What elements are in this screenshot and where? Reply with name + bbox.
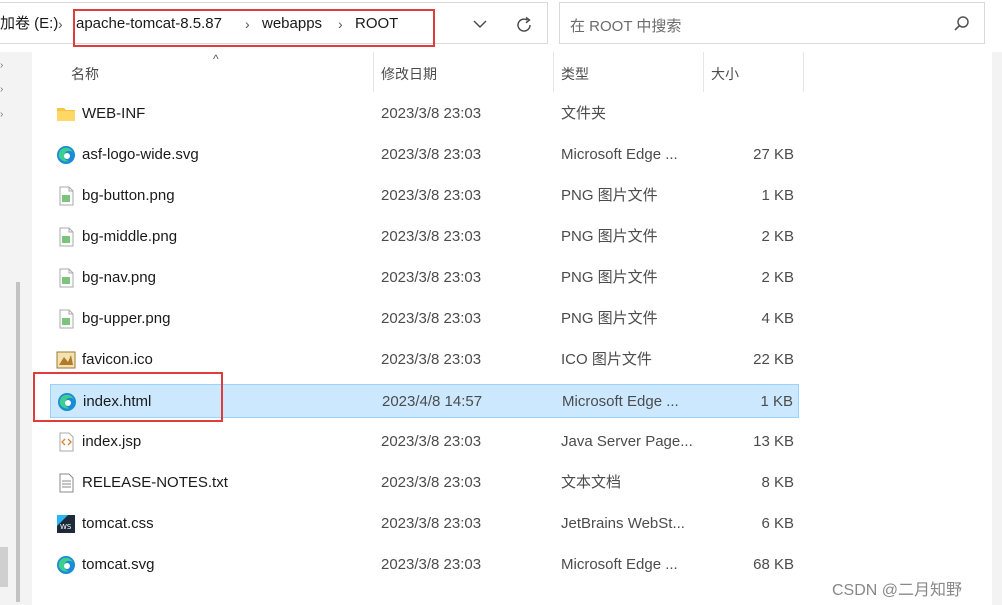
file-size: 8 KB [761, 474, 794, 491]
column-divider[interactable] [803, 52, 804, 92]
file-row[interactable]: asf-logo-wide.svg 2023/3/8 23:03 Microsoft… [50, 138, 799, 172]
file-date: 2023/3/8 23:03 [381, 310, 482, 327]
file-date: 2023/4/8 14:57 [382, 393, 483, 410]
file-size: 22 KB [753, 351, 794, 368]
column-header-type[interactable]: 类型 [561, 64, 589, 84]
file-name: favicon.ico [82, 351, 153, 368]
breadcrumb-drive[interactable]: 加卷 (E:) [0, 15, 58, 33]
column-header-date[interactable]: 修改日期 [381, 64, 437, 84]
png-icon [56, 186, 76, 206]
search-box[interactable]: 在 ROOT 中搜索 [559, 2, 985, 44]
file-size: 1 KB [761, 187, 794, 204]
file-size: 2 KB [761, 228, 794, 245]
png-icon [56, 268, 76, 288]
file-date: 2023/3/8 23:03 [381, 515, 482, 532]
ico-icon [56, 350, 76, 370]
chevron-right-icon[interactable]: › [0, 84, 8, 95]
file-name: RELEASE-NOTES.txt [82, 474, 228, 491]
file-date: 2023/3/8 23:03 [381, 269, 482, 286]
jsp-icon [56, 432, 76, 452]
nav-scroll-thumb[interactable] [0, 547, 8, 587]
file-date: 2023/3/8 23:03 [381, 187, 482, 204]
file-row[interactable]: bg-button.png 2023/3/8 23:03 PNG 图片文件 1 KB [50, 179, 799, 213]
file-date: 2023/3/8 23:03 [381, 433, 482, 450]
file-row[interactable]: WEB-INF 2023/3/8 23:03 文件夹 [50, 97, 799, 131]
edge-icon [56, 555, 76, 575]
chevron-down-icon[interactable] [472, 16, 488, 32]
file-type: Microsoft Edge ... [561, 556, 678, 573]
watermark: CSDN @二月知野 [832, 582, 963, 599]
file-date: 2023/3/8 23:03 [381, 146, 482, 163]
file-type: PNG 图片文件 [561, 228, 658, 245]
column-header-size[interactable]: 大小 [711, 64, 739, 84]
file-type: Microsoft Edge ... [562, 393, 679, 410]
file-type: PNG 图片文件 [561, 187, 658, 204]
file-date: 2023/3/8 23:03 [381, 105, 482, 122]
search-icon[interactable] [952, 14, 972, 34]
column-divider[interactable] [553, 52, 554, 92]
svg-text:WS: WS [60, 523, 72, 531]
file-name: tomcat.css [82, 515, 154, 532]
vertical-scrollbar[interactable] [992, 52, 1002, 605]
file-name: WEB-INF [82, 105, 146, 122]
file-name: bg-nav.png [82, 269, 156, 286]
file-size: 4 KB [761, 310, 794, 327]
txt-icon [56, 473, 76, 493]
file-name: index.jsp [82, 433, 142, 450]
folder-icon [56, 104, 76, 124]
file-type: 文本文档 [561, 474, 622, 491]
breadcrumb-separator-icon[interactable]: › [58, 15, 63, 33]
column-divider[interactable] [703, 52, 704, 92]
column-header-name[interactable]: 名称 [71, 64, 99, 84]
file-type: 文件夹 [561, 105, 607, 122]
file-name: bg-button.png [82, 187, 175, 204]
search-input[interactable]: 在 ROOT 中搜索 [570, 15, 681, 36]
file-size: 27 KB [753, 146, 794, 163]
file-row[interactable]: index.jsp 2023/3/8 23:03 Java Server Page.… [50, 425, 799, 459]
file-type: PNG 图片文件 [561, 269, 658, 286]
png-icon [56, 309, 76, 329]
file-name: bg-middle.png [82, 228, 178, 245]
edge-icon [56, 145, 76, 165]
column-divider[interactable] [373, 52, 374, 92]
png-icon [56, 227, 76, 247]
file-row[interactable]: tomcat.svg 2023/3/8 23:03 Microsoft Edge .… [50, 548, 799, 582]
chevron-right-icon[interactable]: › [0, 109, 8, 120]
file-row[interactable]: bg-upper.png 2023/3/8 23:03 PNG 图片文件 4 KB [50, 302, 799, 336]
file-date: 2023/3/8 23:03 [381, 474, 482, 491]
annotation-box-path [73, 9, 435, 47]
file-row[interactable]: bg-middle.png 2023/3/8 23:03 PNG 图片文件 2 KB [50, 220, 799, 254]
file-date: 2023/3/8 23:03 [381, 556, 482, 573]
file-row[interactable]: RELEASE-NOTES.txt 2023/3/8 23:03 文本文档 8 KB [50, 466, 799, 500]
sort-ascending-icon: ^ [213, 52, 219, 66]
file-name: bg-upper.png [82, 310, 171, 327]
chevron-right-icon[interactable]: › [0, 60, 8, 71]
nav-scrollbar[interactable] [16, 282, 20, 602]
file-size: 13 KB [753, 433, 794, 450]
file-size: 6 KB [761, 515, 794, 532]
file-size: 1 KB [760, 393, 793, 410]
file-size: 2 KB [761, 269, 794, 286]
file-type: Microsoft Edge ... [561, 146, 678, 163]
file-date: 2023/3/8 23:03 [381, 228, 482, 245]
file-type: JetBrains WebSt... [561, 515, 685, 532]
file-row[interactable]: bg-nav.png 2023/3/8 23:03 PNG 图片文件 2 KB [50, 261, 799, 295]
file-row[interactable]: WS tomcat.css 2023/3/8 23:03 JetBrains WebS… [50, 507, 799, 541]
file-size: 68 KB [753, 556, 794, 573]
file-name: asf-logo-wide.svg [82, 146, 199, 163]
refresh-icon[interactable] [514, 15, 534, 35]
file-type: ICO 图片文件 [561, 351, 652, 368]
annotation-box-index [33, 372, 223, 422]
file-date: 2023/3/8 23:03 [381, 351, 482, 368]
navigation-pane[interactable]: › › › [0, 52, 32, 605]
file-type: PNG 图片文件 [561, 310, 658, 327]
file-type: Java Server Page... [561, 433, 693, 450]
file-name: tomcat.svg [82, 556, 155, 573]
webstorm-icon: WS [56, 514, 76, 534]
